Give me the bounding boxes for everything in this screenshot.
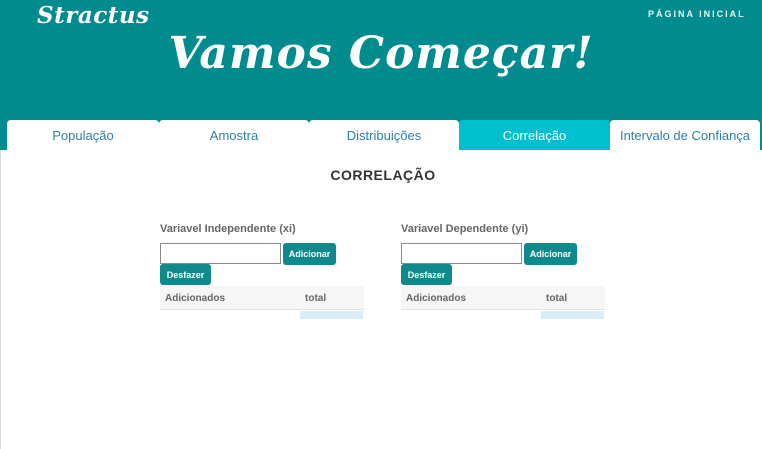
dependent-total-cell (541, 311, 604, 319)
tab-amostra[interactable]: Amostra (159, 120, 309, 150)
dependent-value-input[interactable] (401, 243, 522, 264)
independent-variable-panel: Variavel Independente (xi) Adicionar Des… (160, 222, 364, 319)
independent-total-cell (300, 311, 363, 319)
independent-value-input[interactable] (160, 243, 281, 264)
dependent-col-added: Adicionados (406, 293, 467, 304)
tab-intervalo-de-confianca[interactable]: Intervalo de Confiança (610, 120, 760, 150)
dependent-table-header: Adicionados total (401, 286, 605, 310)
independent-col-added: Adicionados (165, 293, 226, 304)
dependent-variable-label: Variavel Dependente (yi) (401, 223, 529, 235)
tab-bar: População Amostra Distribuições Correlaç… (7, 120, 760, 150)
hero-title: Vamos Começar! (168, 28, 594, 79)
independent-add-button[interactable]: Adicionar (283, 243, 336, 265)
tab-distribuicoes[interactable]: Distribuições (309, 120, 459, 150)
dependent-input-row: Adicionar (401, 243, 605, 265)
dependent-variable-panel: Variavel Dependente (yi) Adicionar Desfa… (401, 222, 605, 319)
content-border (0, 150, 1, 449)
tab-populacao[interactable]: População (7, 120, 159, 150)
dependent-col-total: total (546, 293, 568, 304)
dependent-undo-button[interactable]: Desfazer (401, 264, 452, 285)
independent-table-header: Adicionados total (160, 286, 364, 310)
independent-input-row: Adicionar (160, 243, 364, 265)
independent-col-total: total (305, 293, 327, 304)
logo[interactable]: Stractus (37, 2, 150, 29)
home-link[interactable]: PÁGINA INICIAL (648, 9, 746, 19)
independent-undo-button[interactable]: Desfazer (160, 264, 211, 285)
section-title: CORRELAÇÃO (330, 167, 436, 183)
dependent-add-button[interactable]: Adicionar (524, 243, 577, 265)
tab-correlacao[interactable]: Correlação (459, 120, 610, 150)
independent-variable-label: Variavel Independente (xi) (160, 223, 296, 235)
